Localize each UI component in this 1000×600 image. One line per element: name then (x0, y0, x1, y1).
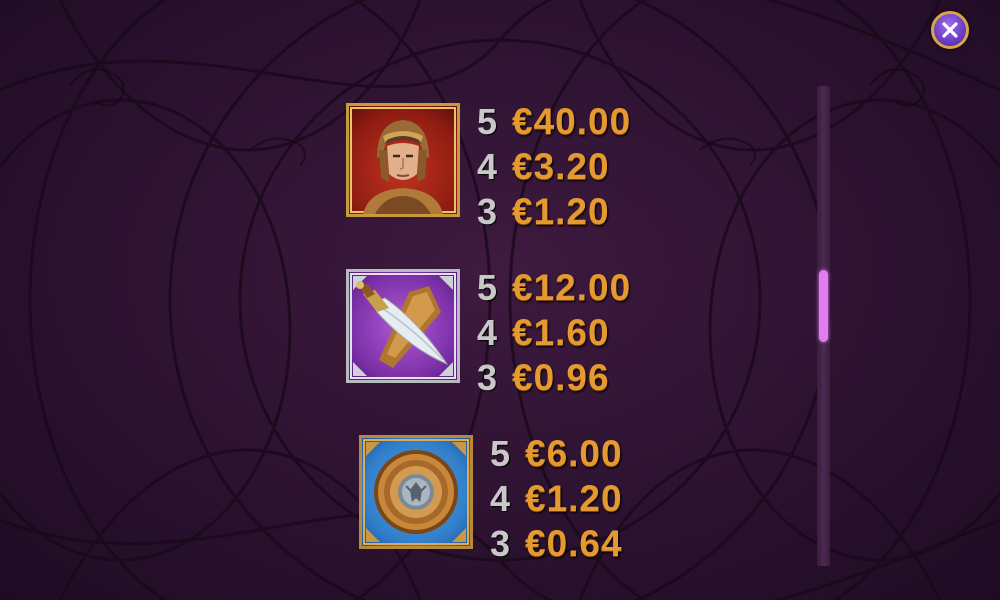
close-button[interactable] (931, 11, 969, 49)
scrollbar-track[interactable] (817, 86, 830, 566)
payout-amount: €40.00 (512, 100, 632, 142)
symbol-count: 4 (476, 145, 498, 187)
payout-amount: €0.64 (525, 522, 623, 564)
pay-line: 3 €0.96 (472, 355, 631, 400)
pay-line: 5 €6.00 (485, 431, 623, 476)
symbol-count: 5 (476, 266, 498, 308)
pay-line: 4 €3.20 (472, 144, 631, 189)
shield-icon (359, 435, 473, 549)
paytable-values: 5 €40.00 4 €3.20 3 €1.20 (472, 99, 631, 234)
close-icon (942, 22, 958, 38)
symbol-count: 4 (489, 477, 511, 519)
symbol-count: 3 (489, 522, 511, 564)
payout-amount: €3.20 (512, 145, 610, 187)
sword-icon (346, 269, 460, 383)
pay-line: 3 €0.64 (485, 521, 623, 566)
pay-line: 4 €1.60 (472, 310, 631, 355)
payout-amount: €6.00 (525, 432, 623, 474)
pay-line: 5 €12.00 (472, 265, 631, 310)
payout-amount: €1.20 (512, 190, 610, 232)
paytable-values: 5 €12.00 4 €1.60 3 €0.96 (472, 265, 631, 400)
symbol-count: 4 (476, 311, 498, 353)
symbol-count: 5 (489, 432, 511, 474)
symbol-count: 3 (476, 190, 498, 232)
scrollbar-thumb[interactable] (819, 270, 828, 342)
symbol-count: 3 (476, 356, 498, 398)
paytable-values: 5 €6.00 4 €1.20 3 €0.64 (485, 431, 623, 566)
payout-amount: €12.00 (512, 266, 632, 308)
pay-line: 3 €1.20 (472, 189, 631, 234)
payout-amount: €1.60 (512, 311, 610, 353)
payout-amount: €0.96 (512, 356, 610, 398)
warrior-helmet-icon (346, 103, 460, 217)
payout-amount: €1.20 (525, 477, 623, 519)
symbol-count: 5 (476, 100, 498, 142)
pay-line: 5 €40.00 (472, 99, 631, 144)
pay-line: 4 €1.20 (485, 476, 623, 521)
